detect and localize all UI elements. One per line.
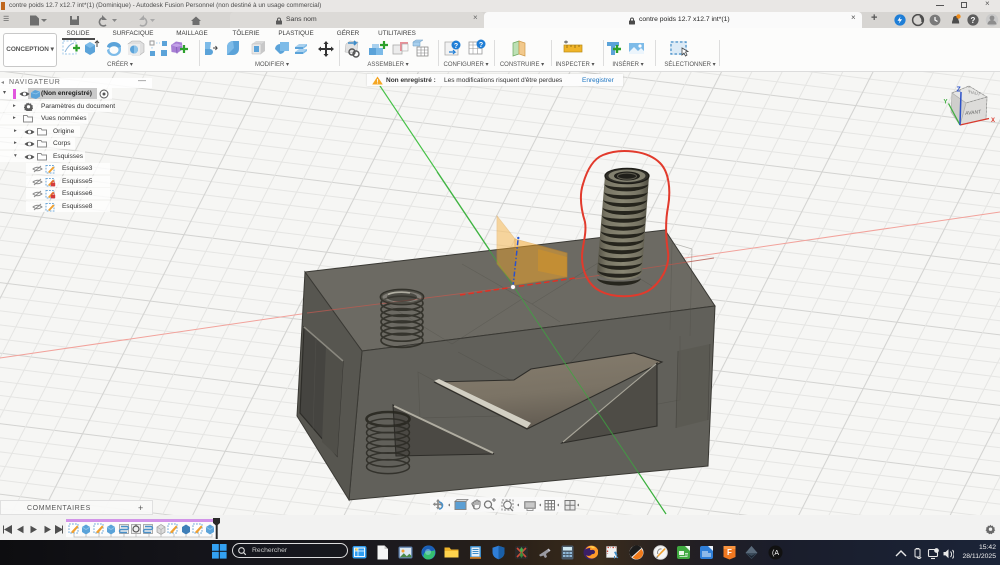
svg-text:?: ? — [479, 42, 483, 49]
svg-text:Y: Y — [944, 100, 948, 106]
svg-text:X: X — [991, 118, 995, 124]
svg-text:(A: (A — [772, 550, 779, 557]
svg-text:Z: Z — [957, 87, 962, 94]
svg-text:?: ? — [971, 16, 976, 25]
svg-text:?: ? — [454, 43, 458, 50]
svg-text:F: F — [727, 548, 732, 557]
svg-text:!: ! — [377, 79, 379, 84]
